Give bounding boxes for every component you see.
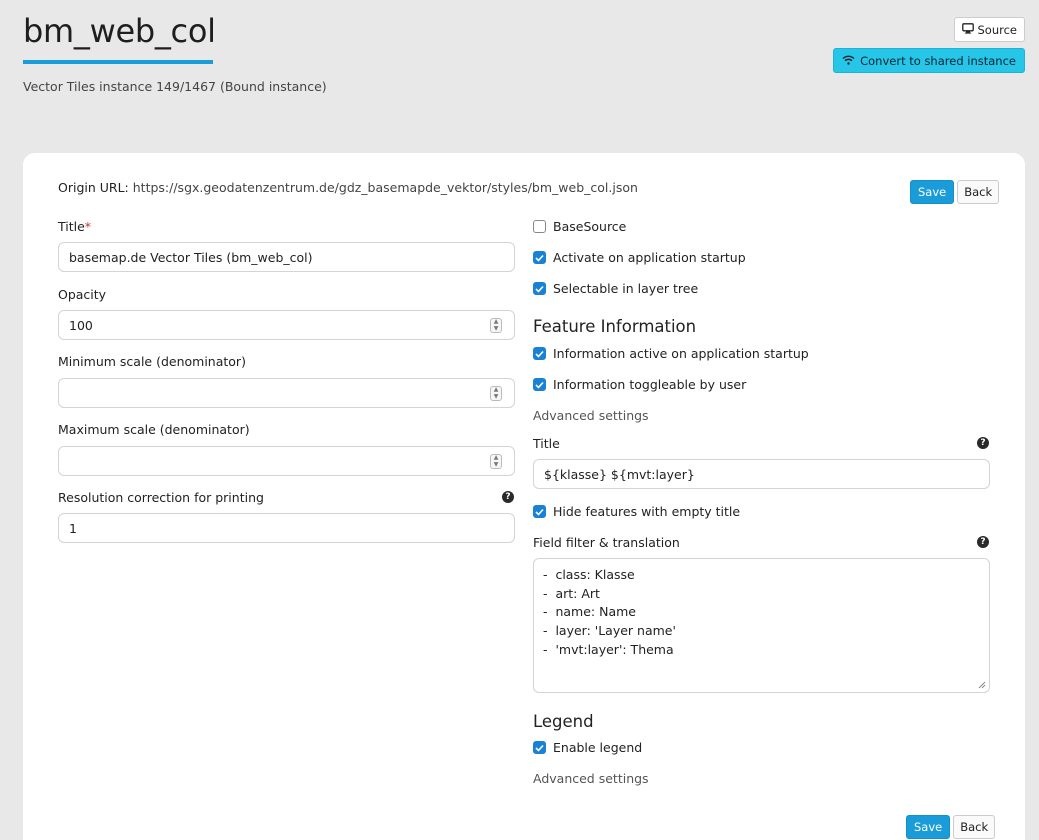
source-button[interactable]: Source	[953, 17, 1025, 42]
legend-heading: Legend	[533, 712, 594, 731]
activate-startup-checkbox-row[interactable]: Activate on application startup	[533, 250, 746, 265]
resolution-input-value: 1	[69, 520, 77, 536]
field-filter-label: Field filter & translation	[533, 535, 680, 550]
resolution-input[interactable]: 1	[58, 513, 515, 543]
feature-title-input[interactable]: ${klasse} ${mvt:layer}	[533, 459, 990, 489]
feature-advanced-settings-toggle[interactable]: Advanced settings	[533, 408, 649, 423]
checkmark-icon	[535, 744, 544, 752]
save-button-bottom[interactable]: Save	[906, 815, 951, 839]
checkmark-icon	[535, 350, 544, 358]
selectable-checkbox[interactable]	[533, 282, 546, 295]
feature-title-input-value: ${klasse} ${mvt:layer}	[544, 466, 695, 482]
info-toggleable-label: Information toggleable by user	[553, 377, 747, 392]
title-field-label: Title*	[58, 219, 91, 234]
textarea-line: - art: Art	[543, 585, 600, 601]
hide-empty-checkbox-row[interactable]: Hide features with empty title	[533, 504, 740, 519]
origin-url: Origin URL: https://sgx.geodatenzentrum.…	[58, 180, 638, 195]
max-scale-stepper[interactable]: ▲ ▼	[490, 454, 502, 469]
title-input[interactable]: basemap.de Vector Tiles (bm_web_col)	[58, 242, 515, 272]
info-active-checkbox-row[interactable]: Information active on application startu…	[533, 346, 809, 361]
title-label-text: Title	[58, 219, 85, 234]
convert-to-shared-button[interactable]: Convert to shared instance	[833, 48, 1025, 73]
back-button-bottom[interactable]: Back	[953, 815, 996, 839]
checkmark-icon	[535, 285, 544, 293]
basesource-checkbox-row[interactable]: BaseSource	[533, 219, 626, 234]
opacity-stepper[interactable]: ▲ ▼	[490, 318, 502, 333]
min-scale-stepper[interactable]: ▲ ▼	[490, 386, 502, 401]
feature-information-heading: Feature Information	[533, 317, 697, 336]
stepper-down-icon: ▼	[493, 392, 499, 400]
max-scale-label: Maximum scale (denominator)	[58, 422, 250, 437]
save-button-top[interactable]: Save	[910, 180, 955, 204]
title-input-value: basemap.de Vector Tiles (bm_web_col)	[69, 249, 313, 265]
min-scale-input[interactable]: ▲ ▼	[58, 378, 515, 408]
activate-startup-label: Activate on application startup	[553, 250, 746, 265]
stepper-down-icon: ▼	[493, 460, 499, 468]
checkmark-icon	[535, 508, 544, 516]
monitor-icon	[961, 22, 974, 37]
textarea-line: - 'mvt:layer': Thema	[543, 641, 674, 657]
instance-form-card: Origin URL: https://sgx.geodatenzentrum.…	[23, 153, 1025, 840]
question-circle-icon[interactable]: ?	[977, 437, 989, 449]
activate-startup-checkbox[interactable]	[533, 251, 546, 264]
info-active-label: Information active on application startu…	[553, 346, 809, 361]
page-title: bm_web_col	[23, 12, 216, 50]
bottom-action-buttons: Save Back	[906, 815, 996, 839]
checkmark-icon	[535, 381, 544, 389]
opacity-input-value: 100	[69, 317, 93, 333]
resolution-label: Resolution correction for printing	[58, 490, 264, 505]
title-underline	[23, 60, 213, 64]
resize-handle-icon[interactable]	[978, 681, 986, 689]
textarea-line: - name: Name	[543, 604, 636, 620]
enable-legend-checkbox-row[interactable]: Enable legend	[533, 740, 642, 755]
min-scale-label: Minimum scale (denominator)	[58, 354, 246, 369]
page-subtitle: Vector Tiles instance 149/1467 (Bound in…	[23, 79, 327, 94]
selectable-label: Selectable in layer tree	[553, 281, 699, 296]
convert-button-label: Convert to shared instance	[860, 53, 1016, 68]
hide-empty-checkbox[interactable]	[533, 505, 546, 518]
enable-legend-label: Enable legend	[553, 740, 643, 755]
origin-url-value: https://sgx.geodatenzentrum.de/gdz_basem…	[132, 180, 638, 195]
field-filter-textarea[interactable]: - class: Klasse - art: Art - name: Name …	[533, 558, 990, 693]
textarea-line: - class: Klasse	[543, 567, 635, 582]
textarea-line: - layer: 'Layer name'	[543, 623, 676, 639]
opacity-label: Opacity	[58, 287, 107, 302]
top-action-buttons: Save Back	[910, 180, 1000, 204]
opacity-input[interactable]: 100 ▲ ▼	[58, 310, 515, 340]
hide-empty-label: Hide features with empty title	[553, 504, 741, 519]
feature-title-label: Title	[533, 436, 560, 451]
info-toggleable-checkbox[interactable]	[533, 378, 546, 391]
legend-advanced-settings-toggle[interactable]: Advanced settings	[533, 771, 649, 786]
max-scale-input[interactable]: ▲ ▼	[58, 446, 515, 476]
source-button-label: Source	[977, 22, 1018, 37]
basesource-checkbox[interactable]	[533, 220, 546, 233]
wifi-icon	[842, 54, 855, 68]
info-toggleable-checkbox-row[interactable]: Information toggleable by user	[533, 377, 746, 392]
basesource-label: BaseSource	[553, 219, 627, 234]
selectable-checkbox-row[interactable]: Selectable in layer tree	[533, 281, 698, 296]
back-button-top[interactable]: Back	[957, 180, 1000, 204]
enable-legend-checkbox[interactable]	[533, 741, 546, 754]
question-circle-icon[interactable]: ?	[977, 536, 989, 548]
required-marker: *	[84, 219, 92, 234]
checkmark-icon	[535, 254, 544, 262]
info-active-checkbox[interactable]	[533, 347, 546, 360]
origin-url-label: Origin URL:	[58, 180, 129, 195]
stepper-down-icon: ▼	[493, 324, 499, 332]
question-circle-icon[interactable]: ?	[502, 491, 514, 503]
